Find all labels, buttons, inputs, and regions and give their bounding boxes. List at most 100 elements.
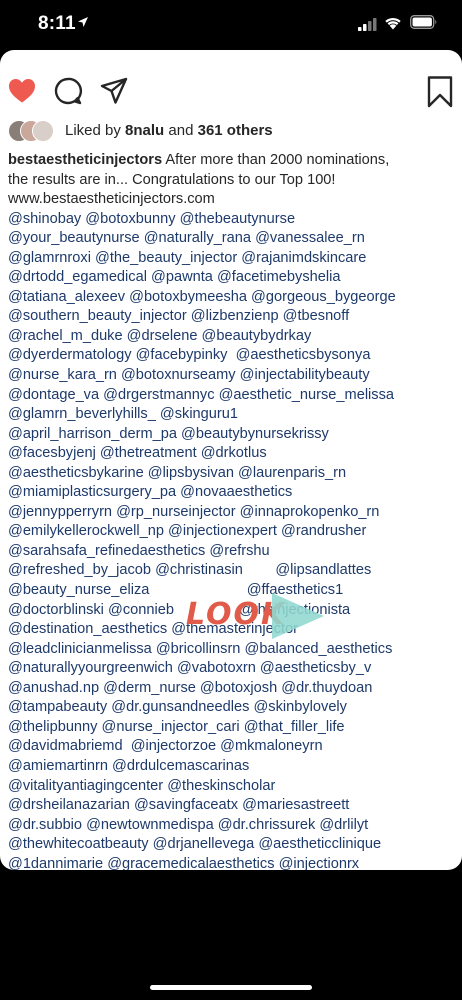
mention-link[interactable]: @nurse_injector_cari xyxy=(102,719,240,735)
mention-link[interactable]: @injectorzoe xyxy=(131,738,216,754)
mention-link[interactable]: @beauty_nurse_eliza xyxy=(8,582,149,598)
mention-link[interactable]: @beautybydrkay xyxy=(202,328,312,344)
mention-link[interactable]: @dr.thuydoan xyxy=(281,680,372,696)
mention-link[interactable]: @leadclinicianmelissa xyxy=(8,641,152,657)
send-icon[interactable] xyxy=(99,76,129,106)
mention-link[interactable]: @savingfaceatx xyxy=(134,797,238,813)
mention-link[interactable]: @thetreatment xyxy=(100,445,197,461)
mention-link[interactable]: @vitalityantiagingcenter xyxy=(8,778,163,794)
mention-link[interactable]: @lizbenzienp xyxy=(191,308,279,324)
mention-link[interactable]: @southern_beauty_injector xyxy=(8,308,187,324)
mention-link[interactable]: @drjanellevega xyxy=(153,836,255,852)
mention-link[interactable]: @balanced_aesthetics xyxy=(245,641,393,657)
mention-link[interactable]: @lipsandlattes xyxy=(275,562,371,578)
mention-link[interactable]: @aestheticsbysonya xyxy=(236,347,371,363)
bookmark-icon[interactable] xyxy=(427,76,453,108)
mention-link[interactable]: @derm_nurse xyxy=(103,680,196,696)
mention-link[interactable]: @tbesnoff xyxy=(283,308,349,324)
mention-link[interactable]: @rajanimdskincare xyxy=(241,250,366,266)
mention-link[interactable]: @dyerdermatology xyxy=(8,347,132,363)
mention-link[interactable]: @emilykellerockwell_np xyxy=(8,523,164,539)
mention-link[interactable]: @shinobay xyxy=(8,211,81,227)
mention-link[interactable]: @your_beautynurse xyxy=(8,230,140,246)
mention-link[interactable]: @refreshed_by_jacob xyxy=(8,562,151,578)
mention-link[interactable]: @facesbyjenj xyxy=(8,445,96,461)
mention-link[interactable]: @botoxjosh xyxy=(200,680,277,696)
heart-filled-icon[interactable] xyxy=(7,76,37,106)
mention-link[interactable]: @laurenparis_rn xyxy=(238,465,346,481)
mention-link[interactable]: @skinbylovely xyxy=(253,699,347,715)
mention-link[interactable]: @mkmaloneyrn xyxy=(220,738,322,754)
mention-link[interactable]: @aestheticsby_v xyxy=(260,660,371,676)
mention-link[interactable]: @glamrn_beverlyhills_ xyxy=(8,406,156,422)
mention-link[interactable]: @doctorblinski xyxy=(8,602,104,618)
mention-link[interactable]: @mariesastreett xyxy=(242,797,349,813)
mention-link[interactable]: @thelipbunny xyxy=(8,719,97,735)
mention-link[interactable]: @newtownmedispa xyxy=(86,817,214,833)
mention-link[interactable]: @destination_aesthetics xyxy=(8,621,167,637)
mention-link[interactable]: @amiemartinrn xyxy=(8,758,108,774)
mention-link[interactable]: @injectionexpert xyxy=(168,523,277,539)
mention-link[interactable]: @drtodd_egamedical xyxy=(8,269,147,285)
mention-link[interactable]: @rp_nurseinjector xyxy=(116,504,235,520)
home-indicator[interactable] xyxy=(150,985,312,990)
mention-link[interactable]: @drkotlus xyxy=(201,445,267,461)
mention-link[interactable]: @nurse_kara_rn xyxy=(8,367,117,383)
mention-link[interactable]: @tampabeauty xyxy=(8,699,107,715)
mention-link[interactable]: @miamiplasticsurgery_pa xyxy=(8,484,176,500)
mention-link[interactable]: @thewhitecoatbeauty xyxy=(8,836,149,852)
mention-link[interactable]: @tatiana_alexeev xyxy=(8,289,125,305)
mention-link[interactable]: @sarahsafa_refinedaesthetics xyxy=(8,543,205,559)
mention-link[interactable]: @naturally_rana xyxy=(144,230,251,246)
mention-link[interactable]: @the_beauty_injector xyxy=(95,250,237,266)
mention-link[interactable]: @davidmabriemd xyxy=(8,738,123,754)
mention-link[interactable]: @anushad.np xyxy=(8,680,99,696)
mention-link[interactable]: @april_harrison_derm_pa xyxy=(8,426,177,442)
mention-link[interactable]: @jennypperryrn xyxy=(8,504,112,520)
mention-link[interactable]: @dr.gunsandneedles xyxy=(111,699,249,715)
mention-link[interactable]: @injectabilitybeauty xyxy=(240,367,370,383)
likes-row[interactable]: Liked by 8nalu and 361 others xyxy=(8,120,454,144)
post-author-username[interactable]: bestaestheticinjectors xyxy=(8,152,162,168)
mention-link[interactable]: @gorgeous_bygeorge xyxy=(251,289,396,305)
mention-link[interactable]: @bricollinsrn xyxy=(156,641,241,657)
mention-link[interactable]: @pawnta xyxy=(151,269,213,285)
mention-link[interactable]: @theskinscholar xyxy=(167,778,275,794)
mention-link[interactable]: @drlilyt xyxy=(319,817,368,833)
mention-link[interactable]: @connieb xyxy=(108,602,174,618)
mention-link[interactable]: @drsheilanazarian xyxy=(8,797,130,813)
mention-link[interactable]: @botoxbymeesha xyxy=(129,289,247,305)
mention-link[interactable]: @that_filler_life xyxy=(244,719,345,735)
mention-link[interactable]: @facebypinky xyxy=(136,347,228,363)
mention-link[interactable]: @vabotoxrn xyxy=(177,660,256,676)
mention-link[interactable]: @aestheticclinique xyxy=(258,836,381,852)
mention-link[interactable]: @dontage_va xyxy=(8,387,99,403)
mention-link[interactable]: @innaprokopenko_rn xyxy=(240,504,380,520)
mention-link[interactable]: @injectionrx xyxy=(279,856,360,870)
mention-link[interactable]: @dr.chrissurek xyxy=(218,817,316,833)
mention-link[interactable]: @gracemedicalaesthetics xyxy=(107,856,274,870)
mention-link[interactable]: @skinguru1 xyxy=(160,406,238,422)
mention-link[interactable]: @botoxnurseamy xyxy=(121,367,236,383)
mention-link[interactable]: @randrusher xyxy=(281,523,366,539)
mention-link[interactable]: @vanessalee_rn xyxy=(255,230,365,246)
mention-link[interactable]: @glamrnroxi xyxy=(8,250,91,266)
mention-link[interactable]: @refrshu xyxy=(209,543,269,559)
mention-link[interactable]: @facetimebyshelia xyxy=(217,269,341,285)
mention-link[interactable]: @beautybynursekrissy xyxy=(181,426,329,442)
mention-link[interactable]: @botoxbunny xyxy=(85,211,175,227)
mention-link[interactable]: @1dannimarie xyxy=(8,856,103,870)
mention-link[interactable]: @novaaesthetics xyxy=(180,484,292,500)
comment-icon[interactable] xyxy=(53,76,83,106)
mention-link[interactable]: @dr.subbio xyxy=(8,817,82,833)
mention-link[interactable]: @rachel_m_duke xyxy=(8,328,123,344)
mention-link[interactable]: @drgerstmannyc xyxy=(103,387,214,403)
mention-link[interactable]: @thebeautynurse xyxy=(180,211,295,227)
mention-link[interactable]: @aesthetic_nurse_melissa xyxy=(219,387,394,403)
mention-link[interactable]: @lipsbysivan xyxy=(148,465,234,481)
mention-link[interactable]: @christinasin xyxy=(155,562,243,578)
mention-link[interactable]: @aestheticsbykarine xyxy=(8,465,144,481)
liker-username[interactable]: 8nalu xyxy=(125,122,164,139)
likes-count[interactable]: 361 others xyxy=(198,122,273,139)
mention-link[interactable]: @drselene xyxy=(127,328,198,344)
